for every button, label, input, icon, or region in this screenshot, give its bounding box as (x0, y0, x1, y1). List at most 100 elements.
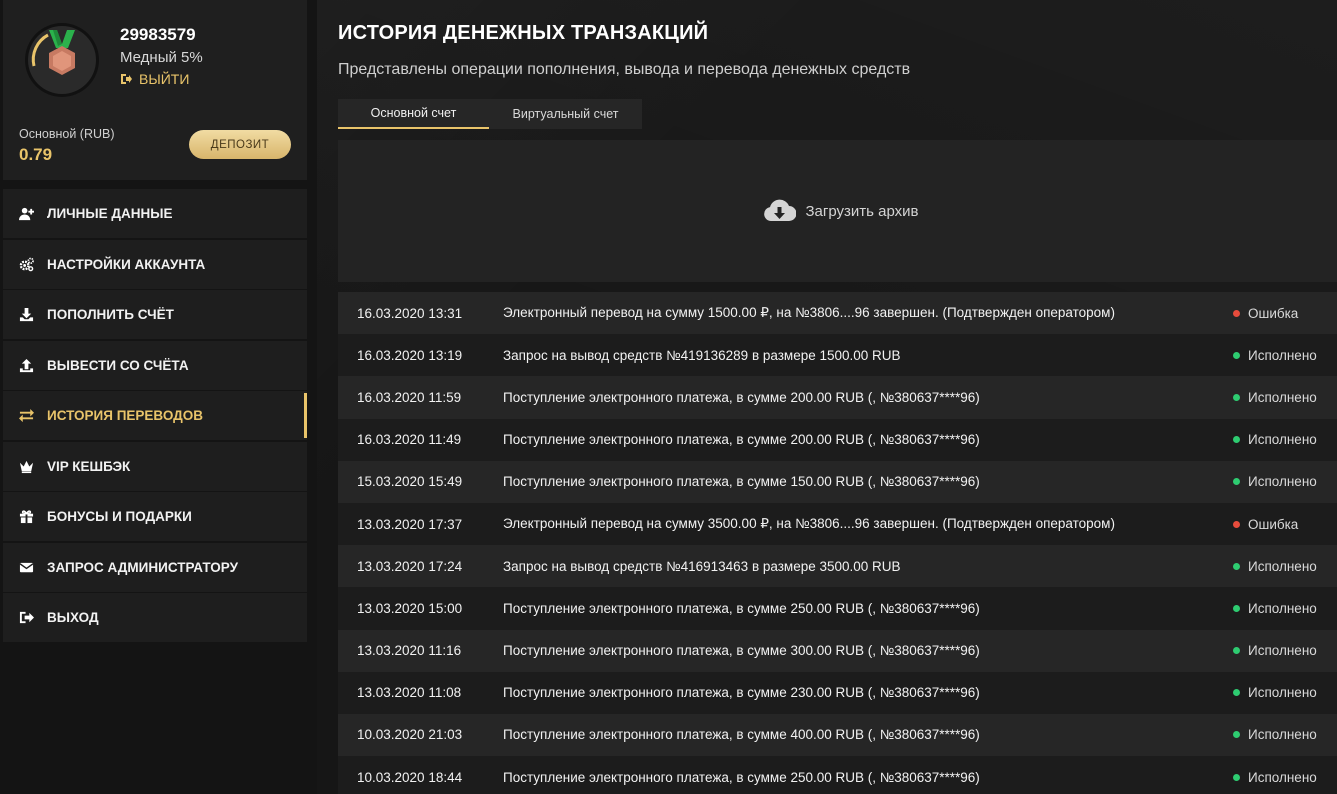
logout-label: ВЫЙТИ (139, 71, 190, 87)
status-label: Исполнено (1248, 769, 1317, 785)
transaction-status: Ошибка (1233, 306, 1337, 321)
status-label: Исполнено (1248, 474, 1317, 490)
upload-icon (19, 358, 34, 373)
sidebar-item-label: ЗАПРОС АДМИНИСТРАТОРУ (47, 559, 239, 575)
transaction-description: Электронный перевод на сумму 3500.00 ₽, … (503, 516, 1115, 532)
sidebar-item-label: ВЫВЕСТИ СО СЧЁТА (47, 357, 189, 373)
transaction-status: Исполнено (1233, 348, 1337, 363)
transaction-date: 16.03.2020 13:19 (357, 347, 463, 363)
transaction-status: Исполнено (1233, 685, 1337, 700)
status-dot (1233, 520, 1240, 528)
status-label: Исполнено (1248, 389, 1317, 405)
transaction-description: Поступление электронного платежа, в сумм… (503, 727, 980, 743)
transaction-date: 13.03.2020 17:24 (357, 558, 463, 574)
transaction-description: Запрос на вывод средств №419136289 в раз… (503, 347, 901, 363)
page-title: ИСТОРИЯ ДЕНЕЖНЫХ ТРАНЗАКЦИЙ (338, 22, 709, 44)
sidebar-item-account-settings[interactable]: НАСТРОЙКИ АККАУНТА (3, 239, 307, 289)
transaction-status: Исполнено (1233, 727, 1337, 742)
sidebar-item-deposit[interactable]: ПОПОЛНИТЬ СЧЁТ (3, 290, 307, 339)
sidebar-item-label: ПОПОЛНИТЬ СЧЁТ (47, 307, 174, 322)
transaction-date: 10.03.2020 18:44 (357, 769, 463, 785)
sidebar-item-exit[interactable]: ВЫХОД (3, 593, 307, 642)
sign-out-icon (121, 74, 132, 84)
table-row: 16.03.2020 11:59 Поступление электронного… (338, 376, 1337, 419)
sidebar-item-label: ЛИЧНЫЕ ДАННЫЕ (47, 206, 173, 221)
table-row: 16.03.2020 11:49 Поступление электронного… (338, 418, 1337, 461)
sidebar-menu: ЛИЧНЫЕ ДАННЫЕ НАСТРОЙКИ АККАУНТА ПОПОЛНИ… (3, 189, 307, 644)
table-row: 16.03.2020 13:31 Электронный перевод на с… (338, 292, 1337, 335)
status-label: Ошибка (1248, 305, 1299, 321)
transaction-status: Исполнено (1233, 601, 1337, 616)
status-dot (1233, 351, 1240, 359)
transaction-status: Исполнено (1233, 390, 1337, 405)
sidebar-item-admin-request[interactable]: ЗАПРОС АДМИНИСТРАТОРУ (3, 542, 307, 592)
transaction-description: Электронный перевод на сумму 1500.00 ₽, … (503, 305, 1115, 321)
main-content: ИСТОРИЯ ДЕНЕЖНЫХ ТРАНЗАКЦИЙ Представлены… (338, 0, 1337, 794)
archive-panel: Загрузить архив (338, 140, 1337, 282)
transaction-description: Запрос на вывод средств №416913463 в раз… (503, 558, 901, 574)
sidebar-item-label: БОНУСЫ И ПОДАРКИ (47, 509, 192, 524)
medal-avatar-icon (25, 23, 99, 97)
table-row: 10.03.2020 18:44 Поступление электронного… (338, 756, 1337, 794)
table-row: 13.03.2020 11:16 Поступление электронного… (338, 629, 1337, 672)
envelope-icon (19, 560, 34, 575)
transaction-description: Поступление электронного платежа, в сумм… (503, 432, 980, 448)
status-label: Исполнено (1248, 347, 1317, 363)
transaction-date: 13.03.2020 15:00 (357, 600, 463, 616)
transaction-status: Исполнено (1233, 559, 1337, 574)
table-row: 15.03.2020 15:49 Поступление электронного… (338, 460, 1337, 503)
sidebar: 29983579 Медный 5% ВЫЙТИ Основной (RUB) … (0, 0, 317, 794)
status-dot (1233, 604, 1240, 612)
user-plus-icon (19, 206, 34, 221)
status-dot (1233, 731, 1240, 739)
status-dot (1233, 773, 1240, 781)
tab-virtual-account[interactable]: Виртуальный счет (489, 99, 642, 129)
transaction-status: Ошибка (1233, 517, 1337, 532)
tab-main-account[interactable]: Основной счет (338, 99, 489, 129)
sidebar-item-label: ИСТОРИЯ ПЕРЕВОДОВ (47, 408, 204, 423)
sidebar-item-transfer-history[interactable]: ИСТОРИЯ ПЕРЕВОДОВ (3, 391, 307, 440)
status-dot (1233, 309, 1240, 317)
transaction-description: Поступление электронного платежа, в сумм… (503, 474, 980, 490)
sidebar-item-bonuses[interactable]: БОНУСЫ И ПОДАРКИ (3, 492, 307, 541)
page-subtitle: Представлены операции пополнения, вывода… (338, 61, 911, 78)
status-dot (1233, 562, 1240, 570)
transaction-description: Поступление электронного платежа, в сумм… (503, 600, 980, 616)
cloud-download-icon (764, 199, 797, 221)
transaction-status: Исполнено (1233, 432, 1337, 447)
status-dot (1233, 393, 1240, 401)
download-archive-button[interactable]: Загрузить архив (763, 198, 919, 224)
status-dot (1233, 436, 1240, 444)
transaction-date: 13.03.2020 11:16 (357, 643, 462, 659)
profile-card: 29983579 Медный 5% ВЫЙТИ Основной (RUB) … (3, 0, 307, 180)
user-level: Медный 5% (120, 49, 203, 66)
transaction-description: Поступление электронного платежа, в сумм… (503, 769, 980, 785)
table-row: 13.03.2020 11:08 Поступление электронного… (338, 671, 1337, 714)
status-label: Ошибка (1248, 516, 1299, 532)
transaction-date: 13.03.2020 11:08 (357, 685, 462, 701)
download-icon (19, 307, 34, 322)
status-label: Исполнено (1248, 685, 1317, 701)
logout-link[interactable]: ВЫЙТИ (120, 71, 189, 87)
transaction-date: 13.03.2020 17:37 (357, 516, 463, 532)
transaction-date: 16.03.2020 13:31 (357, 305, 463, 321)
exchange-icon (19, 408, 34, 423)
sidebar-item-personal-data[interactable]: ЛИЧНЫЕ ДАННЫЕ (3, 189, 307, 238)
transaction-date: 16.03.2020 11:49 (357, 432, 462, 448)
transaction-status: Исполнено (1233, 643, 1337, 658)
deposit-button[interactable]: ДЕПОЗИТ (189, 130, 291, 159)
gears-icon (19, 257, 34, 272)
transaction-description: Поступление электронного платежа, в сумм… (503, 643, 980, 659)
sidebar-item-vip-cashback[interactable]: VIP КЕШБЭК (3, 441, 307, 491)
table-row: 13.03.2020 17:37 Электронный перевод на с… (338, 502, 1337, 546)
table-row: 13.03.2020 17:24 Запрос на вывод средств … (338, 545, 1337, 588)
status-dot (1233, 478, 1240, 486)
table-row: 13.03.2020 15:00 Поступление электронного… (338, 587, 1337, 630)
transaction-status: Исполнено (1233, 770, 1337, 785)
sidebar-item-withdraw[interactable]: ВЫВЕСТИ СО СЧЁТА (3, 340, 307, 390)
sidebar-item-label: VIP КЕШБЭК (47, 458, 131, 474)
status-label: Исполнено (1248, 643, 1317, 659)
transactions-table: 16.03.2020 13:31 Электронный перевод на с… (338, 292, 1337, 794)
sidebar-item-label: НАСТРОЙКИ АККАУНТА (47, 256, 206, 272)
sign-out-icon (19, 610, 34, 625)
